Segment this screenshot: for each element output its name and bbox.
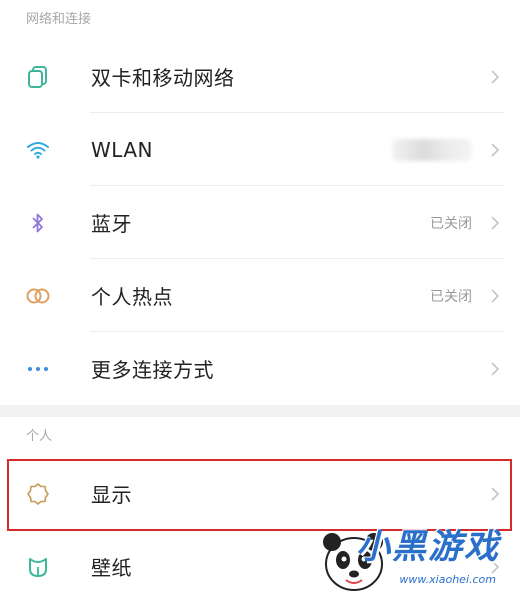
settings-item-label: 显示 [91,483,132,507]
settings-item-wlan[interactable]: WLAN [0,113,520,186]
wlan-network-name-blurred [392,138,472,161]
settings-item-label: 个人热点 [91,285,173,309]
bluetooth-icon [25,210,51,236]
settings-item-hotspot[interactable]: 个人热点 已关闭 [0,259,520,332]
wallpaper-icon [25,554,51,580]
chevron-right-icon [486,288,504,304]
settings-item-bluetooth[interactable]: 蓝牙 已关闭 [0,186,520,259]
settings-item-status: 已关闭 [430,288,472,305]
chevron-right-icon [486,361,504,377]
watermark-logo-text: 小黑游戏 [356,527,500,567]
display-brightness-icon [25,481,51,507]
settings-item-more-connections[interactable]: 更多连接方式 [0,332,520,405]
settings-item-label: 更多连接方式 [91,358,214,382]
wifi-icon [25,137,51,163]
more-dots-icon [25,356,51,382]
settings-page: 网络和连接 双卡和移动网络 WLAN 蓝牙 已关闭 个人热点 已关闭 更多连接方… [0,0,520,603]
chevron-right-icon [486,215,504,231]
settings-item-label: WLAN [91,137,154,162]
section-header-network: 网络和连接 [0,0,520,40]
chevron-right-icon [486,69,504,85]
watermark: 小黑游戏 www.xiaohei.com [314,522,514,594]
settings-item-label: 蓝牙 [91,212,132,236]
chevron-right-icon [486,486,504,502]
settings-item-status: 已关闭 [430,215,472,232]
watermark-url: www.xiaohei.com [399,573,496,586]
dual-sim-icon [25,64,51,90]
section-header-personal: 个人 [0,417,520,457]
hotspot-icon [25,283,51,309]
settings-item-dual-sim[interactable]: 双卡和移动网络 [0,40,520,113]
settings-item-label: 双卡和移动网络 [91,66,235,90]
chevron-right-icon [486,142,504,158]
section-gap [0,405,520,417]
